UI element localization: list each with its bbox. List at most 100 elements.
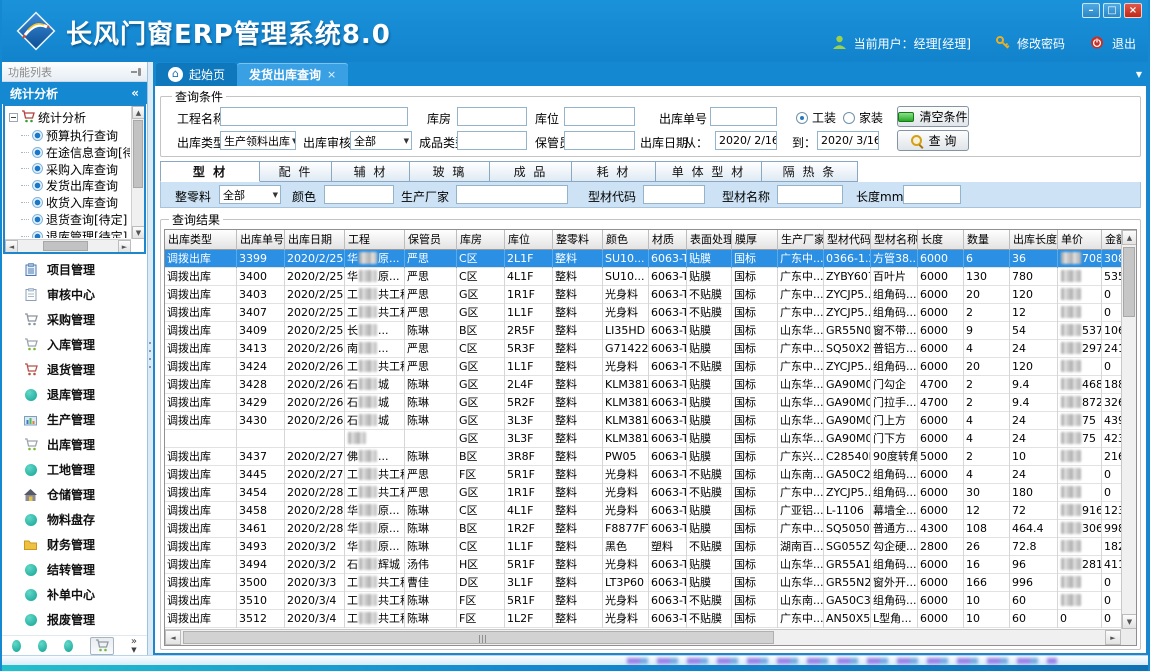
date-from-picker[interactable]: 2020/ 2/16▼ — [715, 131, 777, 150]
table-row[interactable]: 调拨出库34452020/2/27工共工程严思F区5R1F整料光身料6063-T… — [165, 466, 1137, 484]
outbound-type-select[interactable]: 生产领料出库▼ — [220, 131, 296, 150]
tree-root-statistics[interactable]: 统计分析 — [7, 108, 130, 127]
material-tab-single-profile[interactable]: 单 体 型 材 — [656, 161, 762, 182]
table-row[interactable]: 调拨出库34132020/2/26南...严思C区5R3F整料G71422606… — [165, 340, 1137, 358]
clear-conditions-button[interactable]: 清空条件 — [897, 106, 969, 127]
pin-icon[interactable] — [131, 67, 141, 77]
material-tab-insulation-strip[interactable]: 隔 热 条 — [762, 161, 858, 182]
profile-code-input[interactable] — [643, 185, 705, 204]
sidebar-item-scrap[interactable]: 报废管理 — [2, 611, 147, 628]
sidebar-item-carryover[interactable]: 结转管理 — [2, 561, 147, 578]
tree-item-in-transit-info-query[interactable]: 在途信息查询[待 — [7, 144, 130, 161]
grid-hscroll-track[interactable] — [181, 630, 1105, 645]
product-type-input[interactable] — [457, 131, 527, 150]
column-header-order-no[interactable]: 出库单号 — [237, 230, 285, 250]
column-header-outbound-length[interactable]: 出库长度 — [1010, 230, 1058, 250]
table-row[interactable]: 调拨出库34002020/2/25华原...严思C区4L1F整料SU10...6… — [165, 268, 1137, 286]
column-header-project[interactable]: 工程 — [345, 230, 405, 250]
location-input[interactable] — [564, 107, 635, 126]
quick-launch-dot-icon[interactable] — [38, 640, 47, 652]
grid-horizontal-scrollbar[interactable]: ◄ ► — [165, 629, 1121, 645]
column-header-profile-name[interactable]: 型材名称 — [871, 230, 918, 250]
scroll-left-icon[interactable]: ◄ — [165, 630, 181, 645]
grid-vscroll-thumb[interactable] — [1123, 247, 1135, 317]
search-button[interactable]: 查 询 — [897, 130, 969, 151]
order-no-input[interactable] — [710, 107, 777, 126]
sidebar-item-supplement[interactable]: 补单中心 — [2, 586, 147, 603]
cart-toolbar-button[interactable] — [90, 637, 113, 655]
warehouse-input[interactable] — [457, 107, 527, 126]
table-row[interactable]: 调拨出库34072020/2/25工共工程严思G区1L1F整料光身料6063-T… — [165, 304, 1137, 322]
material-tab-glass[interactable]: 玻 璃 — [410, 161, 490, 182]
material-tab-auxiliary[interactable]: 辅 材 — [332, 161, 410, 182]
table-row[interactable]: 调拨出库34612020/2/28华原...陈琳B区1R2F整料F8877FT6… — [165, 520, 1137, 538]
scroll-right-icon[interactable]: ► — [1105, 630, 1121, 645]
sidebar-item-warehouse[interactable]: 仓储管理 — [2, 486, 147, 503]
tree-item-budget-execution-query[interactable]: 预算执行查询 — [7, 127, 130, 144]
length-input[interactable] — [903, 185, 961, 204]
scroll-down-icon[interactable]: ▼ — [132, 226, 145, 239]
tree-item-return-goods-query[interactable]: 退货查询[待定] — [7, 211, 130, 228]
table-row[interactable]: 调拨出库34292020/2/26石城陈琳G区5R2F整料KLM38176063… — [165, 394, 1137, 412]
material-tab-accessories[interactable]: 配 件 — [260, 161, 332, 182]
column-header-outbound-type[interactable]: 出库类型 — [165, 230, 237, 250]
tree-vscroll-thumb[interactable] — [133, 120, 143, 188]
sidebar-group-header[interactable]: 统计分析 « — [2, 82, 147, 104]
tab-list-dropdown-icon[interactable]: ▼ — [1136, 70, 1142, 79]
table-row[interactable]: 调拨出库35102020/3/4工共工程陈琳F区5R1F整料光身料6063-T5… — [165, 592, 1137, 610]
table-row[interactable]: 调拨出库34092020/2/25长...陈琳B区2R5F整料LI35HD606… — [165, 322, 1137, 340]
sidebar-item-production[interactable]: 生产管理 — [2, 411, 147, 428]
radio-gongzhuang[interactable]: 工装 — [796, 109, 836, 126]
tree-expander-icon[interactable] — [9, 113, 18, 122]
sidebar-item-purchase[interactable]: 采购管理 — [2, 311, 147, 328]
column-header-manufacturer[interactable]: 生产厂家 — [778, 230, 824, 250]
minimize-button[interactable]: – — [1082, 3, 1100, 18]
sidebar-item-project[interactable]: 项目管理 — [2, 261, 147, 278]
sidebar-splitter[interactable] — [148, 62, 153, 655]
column-header-color[interactable]: 颜色 — [603, 230, 649, 250]
sidebar-item-inventory[interactable]: 物料盘存 — [2, 511, 147, 528]
quick-launch-dot-icon[interactable] — [12, 640, 21, 652]
quick-launch-dot-icon[interactable] — [64, 640, 73, 652]
table-row[interactable]: 调拨出库34372020/2/27佛...陈琳B区3R8F整料PW056063-… — [165, 448, 1137, 466]
table-row[interactable]: 调拨出库34932020/3/2华原...陈琳C区1L1F整料黑色塑料不贴膜国标… — [165, 538, 1137, 556]
grid-hscroll-thumb[interactable] — [183, 631, 774, 644]
tree-item-return-store-query[interactable]: 退库管理[待定] — [7, 228, 130, 238]
table-row[interactable]: 调拨出库34582020/2/28华原...陈琳C区4L1F整料光身料6063-… — [165, 502, 1137, 520]
date-to-picker[interactable]: 2020/ 3/16▼ — [817, 131, 879, 150]
column-header-outbound-date[interactable]: 出库日期 — [285, 230, 345, 250]
tab-shipment-outbound-query[interactable]: 发货出库查询 × — [237, 63, 348, 86]
table-row[interactable]: 调拨出库35122020/3/4工共工程陈琳F区1L2F整料光身料6063-T5… — [165, 610, 1137, 628]
column-header-warehouse[interactable]: 库房 — [457, 230, 505, 250]
table-row[interactable]: 调拨出库34942020/3/2石辉城汤伟H区5R1F整料光身料6063-T5贴… — [165, 556, 1137, 574]
radio-jiazhuang[interactable]: 家装 — [843, 109, 883, 126]
logout-link[interactable]: 退出 — [1112, 35, 1136, 52]
table-row[interactable]: G区3L3F整料KLM38176063-T5贴膜国标山东华...GA90M09.… — [165, 430, 1137, 448]
column-header-surface[interactable]: 表面处理 — [687, 230, 732, 250]
color-input[interactable] — [324, 185, 394, 204]
table-row[interactable]: 调拨出库34302020/2/26石城陈琳G区3L3F整料KLM38176063… — [165, 412, 1137, 430]
scroll-left-icon[interactable]: ◄ — [5, 240, 18, 253]
column-header-length[interactable]: 长度 — [918, 230, 964, 250]
tree-item-purchase-inbound-query[interactable]: 采购入库查询 — [7, 161, 130, 178]
column-header-whole-piece[interactable]: 整零料 — [553, 230, 603, 250]
table-row[interactable]: 调拨出库34242020/2/26工共工程严思G区1L1F整料光身料6063-T… — [165, 358, 1137, 376]
whole-piece-select[interactable]: 全部▼ — [219, 185, 281, 204]
table-row[interactable]: 调拨出库34032020/2/25工共工程严思G区1R1F整料光身料6063-T… — [165, 286, 1137, 304]
column-header-film[interactable]: 膜厚 — [732, 230, 778, 250]
sidebar-item-inbound[interactable]: 入库管理 — [2, 336, 147, 353]
tab-home[interactable]: ⌂ 起始页 — [156, 63, 237, 86]
sidebar-item-finance[interactable]: 财务管理 — [2, 536, 147, 553]
sidebar-item-site[interactable]: 工地管理 — [2, 461, 147, 478]
tree-hscroll-thumb[interactable] — [43, 241, 88, 251]
material-tab-profile[interactable]: 型 材 — [160, 161, 260, 182]
table-row[interactable]: 调拨出库35002020/3/3工共工程曹佳D区3L1F整料LT3P606063… — [165, 574, 1137, 592]
close-tab-icon[interactable]: × — [327, 68, 336, 81]
outbound-audit-select[interactable]: 全部▼ — [350, 131, 412, 150]
grid-vertical-scrollbar[interactable]: ▲ ▼ — [1121, 230, 1136, 629]
table-row[interactable]: 调拨出库33992020/2/25华原...严思C区2L1F整料SU10...6… — [165, 250, 1137, 268]
tree-hscroll-track[interactable] — [18, 240, 118, 252]
profile-name-input[interactable] — [777, 185, 843, 204]
more-buttons-chevron[interactable]: »▼ — [131, 638, 137, 654]
keeper-input[interactable] — [564, 131, 635, 150]
